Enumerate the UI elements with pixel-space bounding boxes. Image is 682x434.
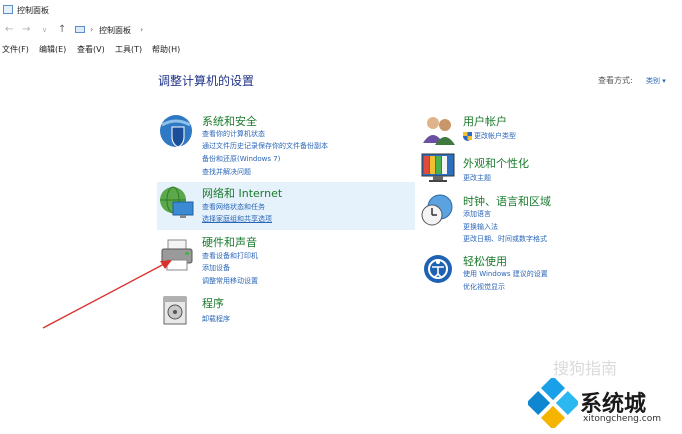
sogou-watermark: 搜狗指南: [553, 359, 618, 378]
xitongcheng-logo-icon: [528, 378, 578, 428]
xitongcheng-url: xitongcheng.com: [583, 414, 661, 424]
